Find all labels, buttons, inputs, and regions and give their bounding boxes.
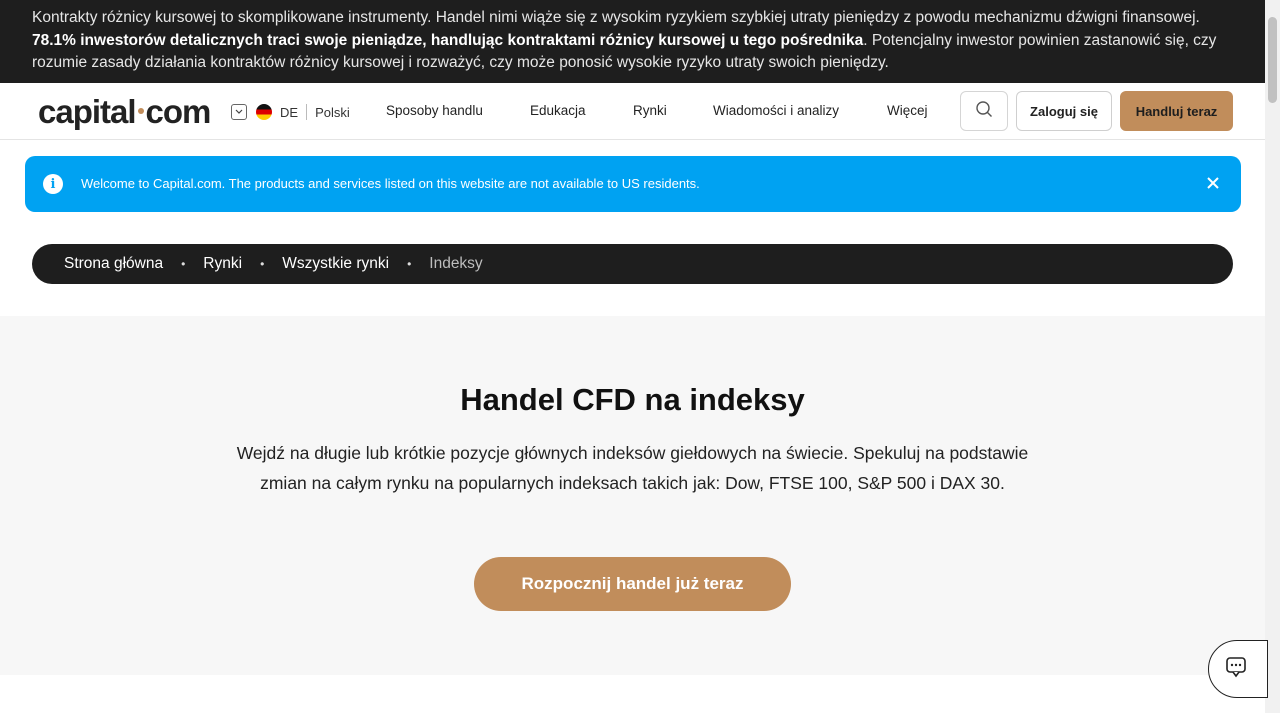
site-header: capital com DE Polski Sposoby handlu Eduk… (0, 83, 1265, 140)
page-title: Handel CFD na indeksy (460, 382, 805, 417)
page-scrollbar[interactable] (1265, 0, 1280, 713)
chat-button[interactable] (1208, 640, 1268, 698)
breadcrumb: Strona główna • Rynki • Wszystkie rynki … (32, 244, 1233, 284)
hero-description: Wejdź na długie lub krótkie pozycje głów… (236, 443, 1029, 493)
region-divider (306, 104, 308, 120)
logo-text-left: capital (38, 93, 137, 130)
risk-warning-bold: 78.1% inwestorów detalicznych traci swoj… (32, 31, 864, 49)
close-icon[interactable] (1203, 173, 1223, 193)
login-button[interactable]: Zaloguj się (1016, 91, 1112, 131)
region-selector[interactable]: DE Polski (231, 102, 350, 122)
hero-section: Handel CFD na indeksy Wejdź na długie lu… (0, 316, 1265, 675)
breadcrumb-current: Indeksy (429, 255, 483, 272)
breadcrumb-rynki[interactable]: Rynki (203, 255, 242, 273)
capital-logo[interactable]: capital com (38, 93, 212, 131)
nav-rynki[interactable]: Rynki (633, 103, 667, 118)
search-icon (975, 100, 993, 123)
germany-flag-icon (256, 104, 272, 120)
nav-wiecej[interactable]: Więcej (887, 103, 928, 118)
nav-edukacja[interactable]: Edukacja (530, 103, 586, 118)
breadcrumb-separator: • (407, 257, 412, 271)
us-residents-notice: i Welcome to Capital.com. The products a… (25, 156, 1241, 212)
nav-sposoby-handlu[interactable]: Sposoby handlu (386, 103, 483, 118)
region-code: DE (280, 104, 299, 120)
info-icon: i (43, 174, 63, 194)
logo-text-right: com (145, 93, 212, 130)
language-label: Polski (315, 104, 350, 120)
chevron-down-icon (231, 104, 247, 120)
breadcrumb-separator: • (260, 257, 265, 271)
risk-warning-text: Kontrakty różnicy kursowej to skomplikow… (32, 9, 1200, 26)
nav-wiadomosci[interactable]: Wiadomości i analizy (713, 103, 839, 118)
breadcrumb-home[interactable]: Strona główna (64, 255, 163, 273)
start-trading-button[interactable]: Rozpocznij handel już teraz (474, 557, 791, 611)
trade-now-button[interactable]: Handluj teraz (1120, 91, 1233, 131)
notice-message: Welcome to Capital.com. The products and… (81, 176, 700, 191)
chat-icon (1225, 656, 1247, 683)
search-button[interactable] (960, 91, 1008, 131)
scrollbar-thumb[interactable] (1268, 17, 1277, 103)
risk-warning-banner: Kontrakty różnicy kursowej to skomplikow… (0, 0, 1265, 83)
breadcrumb-wszystkie-rynki[interactable]: Wszystkie rynki (282, 255, 389, 273)
breadcrumb-separator: • (181, 257, 186, 271)
logo-dot (137, 107, 144, 114)
